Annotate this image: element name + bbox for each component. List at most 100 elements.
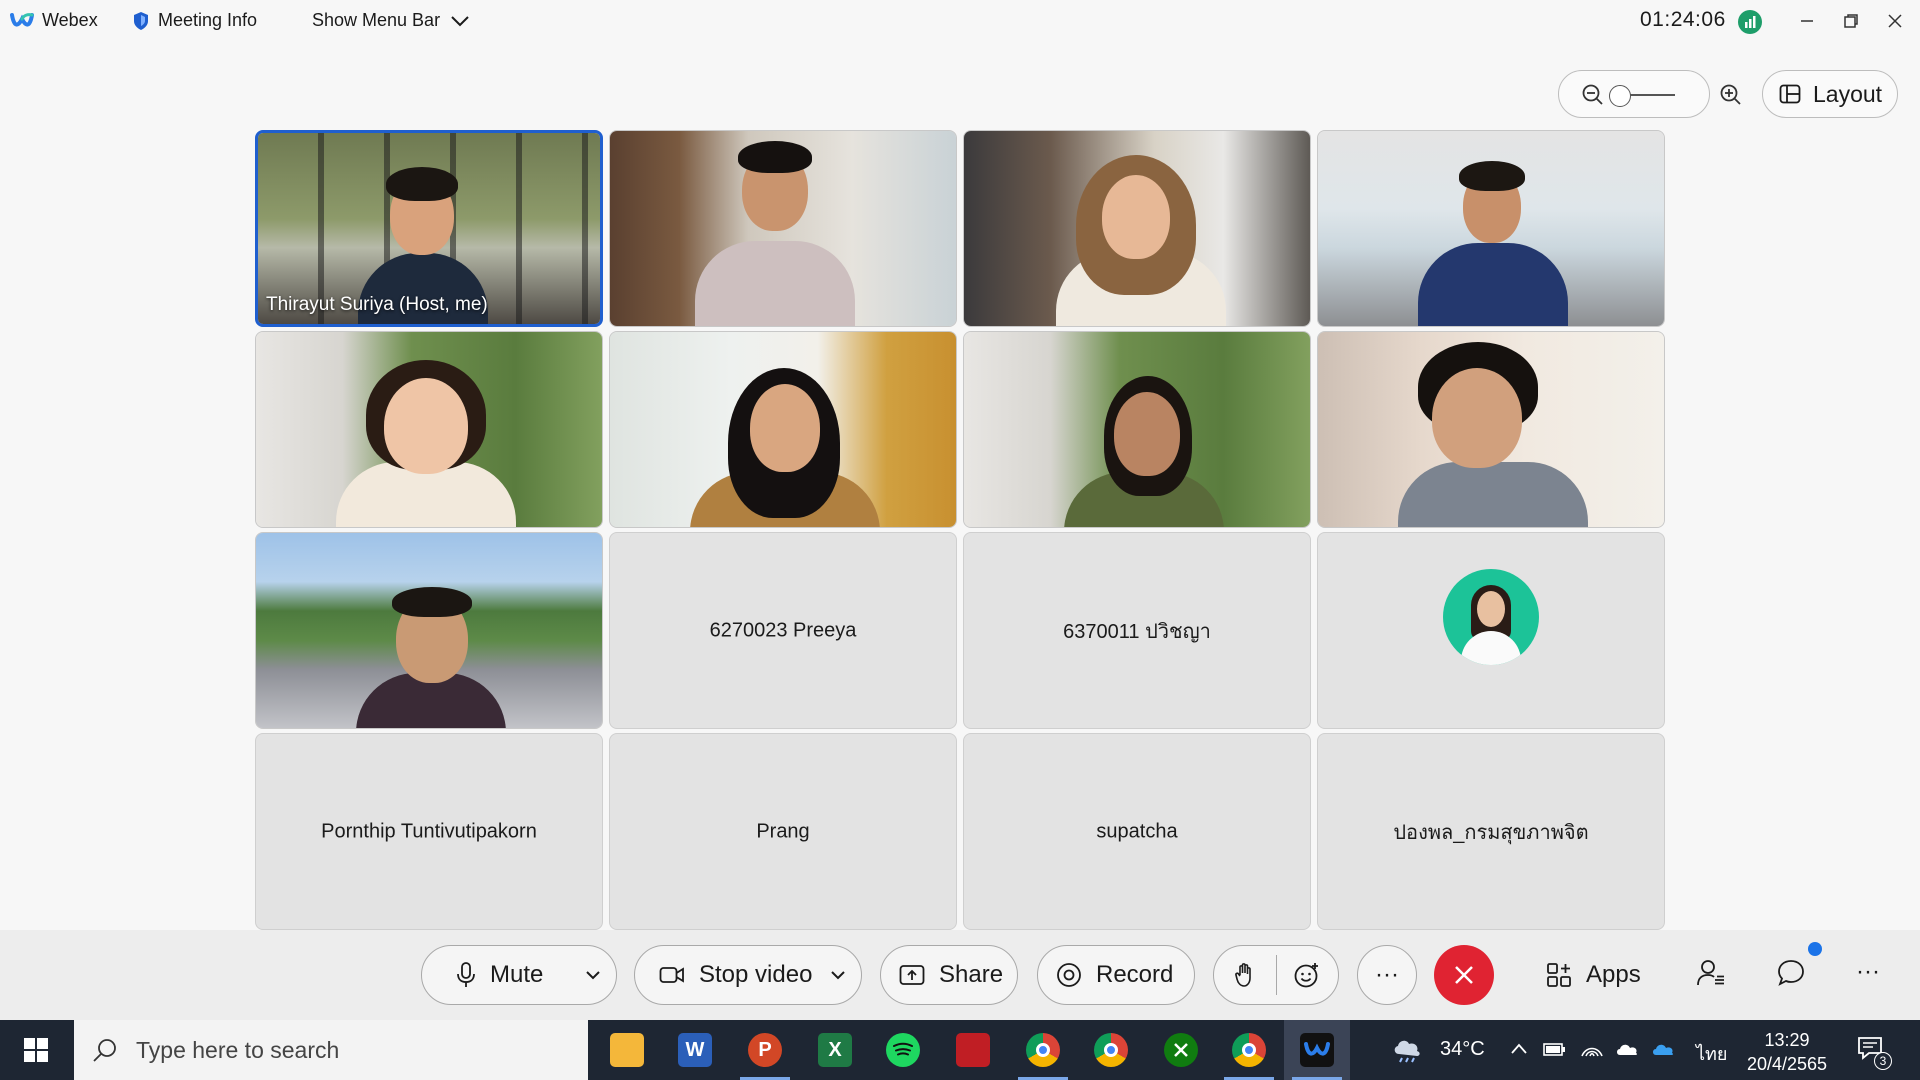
system-clock[interactable]: 13:29 20/4/2565: [1740, 1028, 1834, 1076]
record-label: Record: [1096, 961, 1174, 988]
layout-label: Layout: [1813, 80, 1883, 107]
zoom-slider-control: [1558, 70, 1741, 118]
apps-button[interactable]: Apps: [1546, 952, 1641, 998]
mute-control: Mute: [421, 945, 617, 1005]
person-body: [1398, 462, 1588, 527]
video-options-button[interactable]: [815, 946, 861, 1004]
participant-tile[interactable]: [963, 331, 1311, 528]
reactions-button[interactable]: [1276, 946, 1338, 1004]
zoom-out-icon[interactable]: [1581, 83, 1605, 107]
participant-tile[interactable]: 6270023 Preeya: [609, 532, 957, 729]
stop-video-button[interactable]: Stop video: [635, 946, 815, 1004]
unread-indicator: [1808, 942, 1822, 956]
participant-tile[interactable]: [1317, 532, 1665, 729]
dragon-app-icon: [956, 1033, 990, 1067]
weather-widget[interactable]: [1390, 1034, 1426, 1069]
more-options-button[interactable]: ···: [1357, 945, 1417, 1005]
taskbar-word[interactable]: W: [662, 1020, 728, 1080]
chat-button[interactable]: [1776, 958, 1806, 993]
zoom-slider-handle[interactable]: [1609, 85, 1631, 107]
leave-meeting-button[interactable]: [1434, 945, 1494, 1005]
input-language[interactable]: ไทย: [1696, 1039, 1727, 1068]
participants-icon: [1697, 960, 1724, 986]
person-body: [1418, 243, 1568, 326]
microphone-icon: [457, 962, 475, 987]
battery-icon[interactable]: [1542, 1040, 1568, 1058]
layout-button[interactable]: Layout: [1762, 70, 1898, 118]
taskbar-powerpoint[interactable]: P: [732, 1020, 798, 1080]
spotify-icon: [886, 1033, 920, 1067]
share-button[interactable]: Share: [880, 945, 1018, 1005]
chrome-icon: [1094, 1033, 1128, 1067]
taskbar-spotify[interactable]: [870, 1020, 936, 1080]
participant-name: 6370011 ปวิชญา: [1063, 620, 1211, 643]
person-body: [695, 241, 855, 326]
windows-taskbar: Type here to search W P X 34°C ไทย 13:29…: [0, 1020, 1920, 1080]
search-placeholder: Type here to search: [136, 1036, 340, 1063]
taskbar-search[interactable]: Type here to search: [74, 1020, 588, 1080]
share-icon: [899, 965, 925, 985]
participant-tile[interactable]: [255, 331, 603, 528]
participant-tile[interactable]: Prang: [609, 733, 957, 930]
participant-tile[interactable]: supatcha: [963, 733, 1311, 930]
xbox-icon: [1164, 1033, 1198, 1067]
overflow-menu-button[interactable]: ···: [1856, 958, 1880, 986]
chat-icon: [1778, 960, 1804, 986]
participant-tile[interactable]: ปองพล_กรมสุขภาพจิต: [1317, 733, 1665, 930]
mute-button[interactable]: Mute: [422, 946, 571, 1004]
word-icon: W: [678, 1033, 712, 1067]
participant-tile[interactable]: 6370011 ปวิชญา: [963, 532, 1311, 729]
stop-video-label: Stop video: [699, 961, 813, 988]
taskbar-game-app[interactable]: [940, 1020, 1006, 1080]
participant-tile[interactable]: [1317, 331, 1665, 528]
taskbar-file-explorer[interactable]: [594, 1020, 660, 1080]
participant-tile[interactable]: [963, 130, 1311, 327]
video-control: Stop video: [634, 945, 862, 1005]
wifi-icon[interactable]: [1580, 1038, 1604, 1060]
meeting-info-button[interactable]: Meeting Info: [132, 10, 257, 31]
participant-tile[interactable]: [1317, 130, 1665, 327]
minimize-icon: [1801, 20, 1813, 22]
mute-options-button[interactable]: [571, 946, 616, 1004]
show-menu-bar-button[interactable]: Show Menu Bar: [312, 10, 470, 31]
shield-icon: [134, 11, 148, 30]
webex-logo-icon: [10, 12, 34, 26]
participant-name: Prang: [756, 820, 810, 842]
onedrive-icon[interactable]: [1650, 1040, 1676, 1058]
zoom-in-icon[interactable]: [1719, 83, 1743, 107]
cloud-icon[interactable]: [1614, 1040, 1640, 1058]
mute-label: Mute: [490, 961, 544, 988]
minimize-button[interactable]: [1790, 6, 1824, 36]
apps-label: Apps: [1586, 961, 1641, 988]
restore-button[interactable]: [1834, 6, 1868, 36]
taskbar-excel[interactable]: X: [802, 1020, 868, 1080]
webex-icon: [1300, 1033, 1334, 1067]
participant-tile[interactable]: Thirayut Suriya (Host, me): [255, 130, 603, 327]
taskbar-xbox[interactable]: [1148, 1020, 1214, 1080]
taskbar-chrome-profile-1[interactable]: [1010, 1020, 1076, 1080]
windows-logo-icon: [24, 1038, 48, 1062]
participants-button[interactable]: [1696, 958, 1726, 993]
close-button[interactable]: [1878, 6, 1912, 36]
participant-tile[interactable]: [255, 532, 603, 729]
start-button[interactable]: [0, 1020, 72, 1080]
raise-hand-button[interactable]: [1214, 946, 1276, 1004]
folder-icon: [610, 1033, 644, 1067]
chrome-icon: [1026, 1033, 1060, 1067]
meeting-timer: 01:24:06: [1640, 8, 1726, 31]
chevron-up-icon[interactable]: [1510, 1042, 1528, 1056]
taskbar-chrome-profile-2[interactable]: [1078, 1020, 1144, 1080]
webex-app-menu[interactable]: Webex: [10, 10, 98, 31]
reactions-group: [1213, 945, 1339, 1005]
close-icon: [1888, 14, 1902, 28]
taskbar-webex[interactable]: [1284, 1020, 1350, 1080]
record-button[interactable]: Record: [1037, 945, 1195, 1005]
participant-name: Thirayut Suriya (Host, me): [266, 294, 488, 315]
participant-tile[interactable]: [609, 331, 957, 528]
participant-tile[interactable]: Pornthip Tuntivutipakorn: [255, 733, 603, 930]
video-camera-icon: [659, 967, 684, 983]
taskbar-chrome-profile-3[interactable]: [1216, 1020, 1282, 1080]
notification-badge: 3: [1874, 1052, 1892, 1070]
participant-tile[interactable]: [609, 130, 957, 327]
network-signal-icon[interactable]: [1738, 10, 1762, 34]
